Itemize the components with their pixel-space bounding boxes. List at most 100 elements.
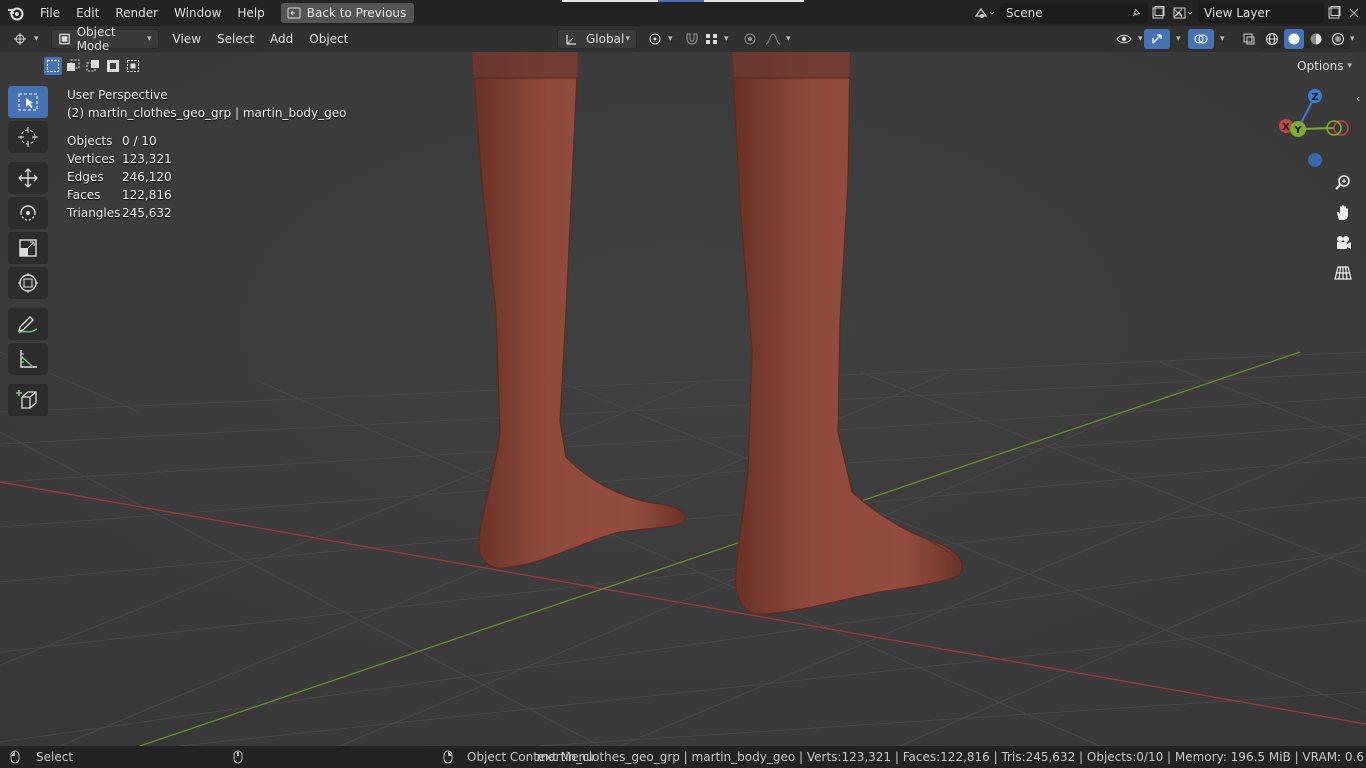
negative-z-handle: [1308, 153, 1322, 167]
back-to-previous-button[interactable]: Back to Previous: [280, 3, 415, 23]
new-scene-icon[interactable]: [1148, 3, 1168, 23]
object-visibility-button[interactable]: ▾: [1110, 29, 1149, 49]
new-view-layer-icon[interactable]: [1324, 3, 1344, 23]
3d-cursor-icon: [18, 127, 38, 147]
mouse-middle-icon: [233, 750, 243, 764]
stat-label: Vertices: [67, 152, 115, 166]
gizmo-dropdown[interactable]: ▾: [1166, 29, 1187, 49]
header-menu-object[interactable]: Object: [301, 26, 356, 52]
menu-edit[interactable]: Edit: [68, 0, 107, 26]
stats-row: Objects 0 / 10: [67, 132, 172, 150]
scale-tool[interactable]: [8, 232, 48, 264]
pivot-icon: [649, 33, 661, 45]
orientation-dropdown[interactable]: Global ▾: [557, 29, 637, 49]
stat-label: Objects: [67, 134, 113, 148]
stat-value: 246,120: [122, 170, 172, 184]
solid-shading-icon[interactable]: [1284, 29, 1304, 49]
options-dropdown[interactable]: Options ▾: [1291, 56, 1358, 76]
stat-value: 0 / 10: [122, 134, 157, 148]
cursor-tool[interactable]: [8, 121, 48, 153]
eye-icon: [1116, 34, 1132, 44]
zoom-magnifier-icon: [1335, 175, 1350, 190]
falloff-curve-icon: [765, 33, 781, 45]
xray-toggle[interactable]: [1236, 29, 1262, 49]
menu-render[interactable]: Render: [107, 0, 166, 26]
add-cube-icon: [16, 390, 37, 409]
scene-selector: Scene: [970, 3, 1188, 23]
header-menu-add[interactable]: Add: [262, 26, 301, 52]
select-intersect-icon[interactable]: [124, 57, 142, 75]
status-bar: Select Object Context Menu martin_clothe…: [0, 746, 1366, 768]
stat-label: Triangles: [67, 206, 121, 220]
camera-view-button[interactable]: [1330, 230, 1356, 256]
select-subtract-icon[interactable]: [84, 57, 102, 75]
stats-row: Edges 246,120: [67, 168, 172, 186]
active-workspace-tab[interactable]: [658, 0, 704, 2]
menu-help[interactable]: Help: [229, 0, 272, 26]
material-shading-icon[interactable]: [1306, 29, 1326, 49]
selection-mode-group: [44, 57, 142, 75]
stats-row: Faces 122,816: [67, 186, 172, 204]
scene-name-field[interactable]: Scene: [1000, 3, 1148, 23]
pin-icon[interactable]: [1130, 7, 1142, 19]
view-layer-icon[interactable]: [1168, 3, 1198, 23]
shading-dropdown[interactable]: ▾: [1340, 29, 1361, 49]
header-menu-select[interactable]: Select: [209, 26, 262, 52]
blender-logo-icon[interactable]: [0, 0, 32, 26]
overlays-icon: [1194, 34, 1208, 44]
3d-viewport[interactable]: User Perspective (2) martin_clothes_geo_…: [0, 52, 1366, 746]
scene-name: Scene: [1006, 6, 1043, 20]
scene-icon[interactable]: [970, 3, 1000, 23]
add-cube-tool[interactable]: [8, 384, 48, 416]
rotate-icon: [20, 205, 36, 221]
menu-window[interactable]: Window: [166, 0, 229, 26]
navigation-gizmo[interactable]: X Y Z: [1278, 86, 1358, 176]
stat-value: 245,632: [122, 206, 172, 220]
overlays-dropdown[interactable]: ▾: [1210, 29, 1231, 49]
menu-file[interactable]: File: [32, 0, 68, 26]
x-axis-label: X: [1282, 122, 1290, 133]
editor-type-button[interactable]: ▾: [8, 29, 45, 49]
hand-icon: [1337, 205, 1348, 220]
mouse-left-icon: [10, 750, 20, 764]
orientation-icon: [566, 35, 576, 45]
y-axis-label: Y: [1293, 125, 1302, 136]
status-middle-mouse: [233, 750, 243, 764]
move-arrows-icon: [18, 168, 38, 188]
rotate-tool[interactable]: [8, 197, 48, 229]
stats-row: Triangles 245,632: [67, 204, 172, 222]
snap-grid-icon: [706, 34, 717, 44]
select-extend-icon[interactable]: [64, 57, 82, 75]
perspective-toggle-button[interactable]: [1330, 260, 1356, 286]
select-invert-icon[interactable]: [104, 57, 122, 75]
workspace-tabs-strip[interactable]: [562, 0, 804, 2]
annotate-tool[interactable]: [8, 308, 48, 340]
mode-dropdown[interactable]: Object Mode ▾: [50, 25, 159, 53]
pan-button[interactable]: [1330, 200, 1356, 226]
falloff-button[interactable]: ▾: [758, 29, 797, 49]
grid-perspective-icon: [1334, 266, 1352, 280]
pivot-point-button[interactable]: ▾: [642, 29, 679, 49]
snap-target-button[interactable]: ▾: [698, 29, 735, 49]
gizmo-arrows-icon: [1152, 34, 1162, 44]
wireframe-shading-icon[interactable]: [1262, 29, 1282, 49]
view-layer-field[interactable]: View Layer: [1198, 3, 1324, 23]
mode-label: Object Mode: [76, 25, 116, 53]
select-box-tool[interactable]: [8, 86, 48, 118]
editor-type-icon: [14, 33, 26, 45]
measure-tool[interactable]: [8, 343, 48, 375]
select-set-new-icon[interactable]: [44, 57, 62, 75]
zoom-button[interactable]: [1330, 170, 1356, 196]
ruler-icon: [20, 350, 37, 368]
viewport-scene: [0, 52, 1366, 746]
delete-view-layer-icon[interactable]: [1344, 3, 1364, 23]
transform-tool[interactable]: [8, 267, 48, 299]
back-to-previous-label: Back to Previous: [306, 6, 407, 20]
header-menu-view[interactable]: View: [165, 26, 209, 52]
stats-row: Vertices 123,321: [67, 150, 172, 168]
stat-label: Edges: [67, 170, 104, 184]
stat-label: Faces: [67, 188, 101, 202]
move-tool[interactable]: [8, 162, 48, 194]
orientation-label: Global: [586, 32, 625, 46]
viewport-header: ▾ Object Mode ▾ View Select Add Object Gl…: [0, 25, 1366, 53]
